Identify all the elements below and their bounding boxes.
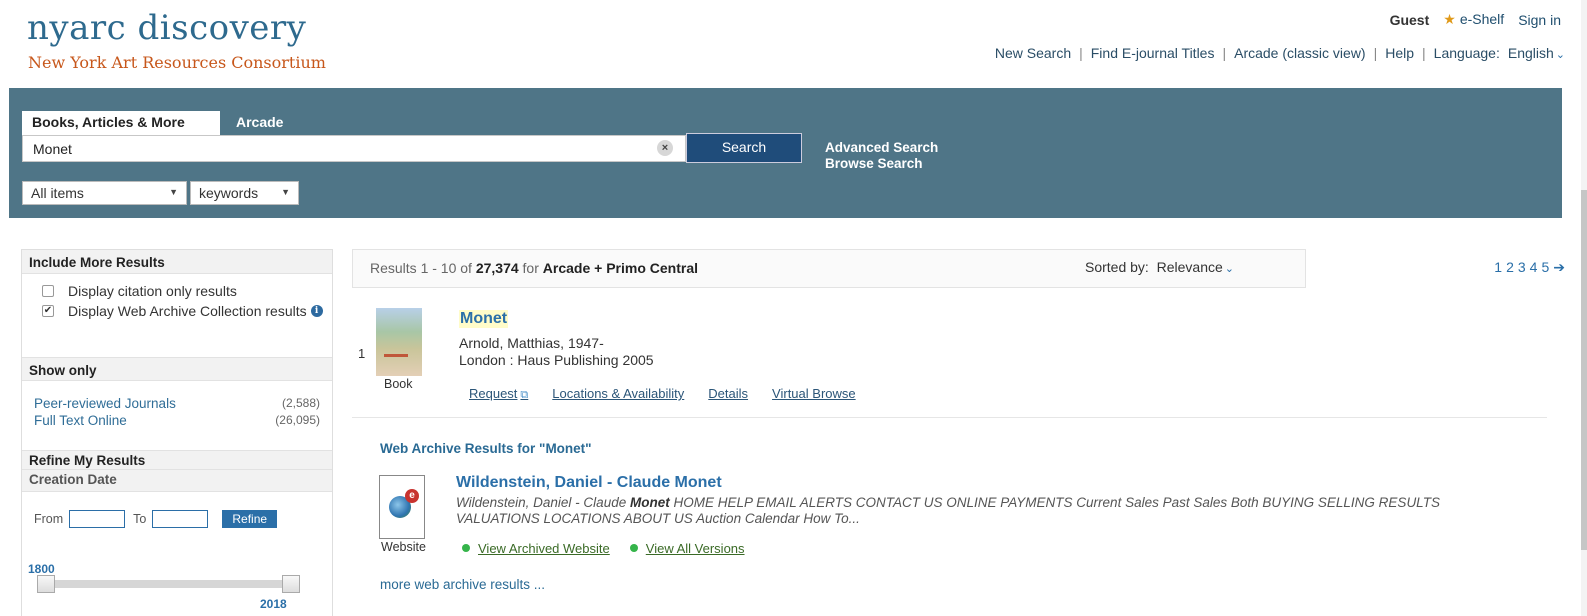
next-page-icon[interactable]: ➔ <box>1553 259 1565 275</box>
search-input[interactable] <box>22 135 686 162</box>
to-label: To <box>133 512 147 526</box>
logo-subtitle: New York Art Resources Consortium <box>28 53 326 72</box>
view-all-versions-link[interactable]: View All Versions <box>629 541 745 556</box>
external-link-icon: ⧉ <box>520 389 529 401</box>
nav-new-search[interactable]: New Search <box>995 45 1071 61</box>
clear-icon[interactable]: × <box>657 140 673 156</box>
nav-help[interactable]: Help <box>1385 45 1414 61</box>
scrollbar-thumb[interactable] <box>1581 190 1587 550</box>
book-cover-thumbnail[interactable] <box>376 308 422 376</box>
logo-title[interactable]: nyarc discovery <box>27 8 306 48</box>
search-button[interactable]: Search <box>686 133 802 163</box>
top-nav: New Search | Find E-journal Titles | Arc… <box>995 45 1565 61</box>
date-from-input[interactable] <box>69 510 126 528</box>
info-icon[interactable]: i <box>310 305 323 317</box>
scrollbar[interactable] <box>1581 0 1587 616</box>
range-max-label: 2018 <box>260 597 287 611</box>
web-archive-actions: View Archived Website View All Versions <box>462 541 745 556</box>
date-slider-track[interactable] <box>40 580 295 588</box>
language-label: Language: <box>1433 45 1500 61</box>
scope-select[interactable]: All items ▼ <box>22 181 187 205</box>
nav-separator: | <box>1079 45 1083 61</box>
language-select[interactable]: English ⌄ <box>1508 45 1565 61</box>
view-archived-website-link[interactable]: View Archived Website <box>462 541 610 556</box>
page-4[interactable]: 4 <box>1530 259 1538 275</box>
details-link[interactable]: Details <box>708 386 748 402</box>
star-icon: ★ <box>1443 11 1456 27</box>
chevron-down-icon: ⌄ <box>1224 263 1234 275</box>
nav-find-ejournals[interactable]: Find E-journal Titles <box>1091 45 1215 61</box>
eshelf-link[interactable]: ★ e-Shelf <box>1443 11 1504 28</box>
request-link[interactable]: Request ⧉ <box>469 386 528 402</box>
facet-peer-reviewed[interactable]: Peer-reviewed Journals (2,588) <box>30 395 324 412</box>
advanced-search-link[interactable]: Advanced Search <box>825 140 938 156</box>
search-options: Advanced Search Browse Search <box>825 140 938 172</box>
e-badge-icon: e <box>405 489 419 503</box>
more-web-archive-link[interactable]: more web archive results ... <box>380 577 545 592</box>
website-thumbnail[interactable]: e <box>379 475 425 539</box>
virtual-browse-link[interactable]: Virtual Browse <box>772 386 856 402</box>
guest-label: Guest <box>1389 11 1430 28</box>
facet-creation-date-head: Creation Date <box>22 470 332 492</box>
facet-full-text[interactable]: Full Text Online (26,095) <box>30 412 324 429</box>
facet-show-only-head: Show only <box>22 357 332 381</box>
record-title[interactable]: Monet <box>459 310 509 328</box>
facet-web-archive[interactable]: ✔ Display Web Archive Collection results… <box>30 303 324 319</box>
sign-in-link[interactable]: Sign in <box>1518 12 1561 28</box>
checkbox-checked[interactable]: ✔ <box>42 305 54 317</box>
field-select[interactable]: keywords ▼ <box>190 181 299 205</box>
facet-refine-head: Refine My Results <box>22 450 332 470</box>
page-3[interactable]: 3 <box>1518 259 1526 275</box>
record-number: 1 <box>358 346 366 361</box>
green-dot-icon <box>629 544 638 552</box>
chevron-down-icon: ⌄ <box>1555 49 1565 61</box>
nav-arcade-classic[interactable]: Arcade (classic view) <box>1234 45 1365 61</box>
nav-separator: | <box>1222 45 1227 61</box>
dropdown-arrow-icon: ▼ <box>169 187 178 197</box>
web-archive-description: Wildenstein, Daniel - Claude Monet HOME … <box>456 495 1440 526</box>
nav-separator: | <box>1422 45 1426 61</box>
page-5[interactable]: 5 <box>1541 259 1549 275</box>
checkbox[interactable] <box>42 285 54 297</box>
dropdown-arrow-icon: ▼ <box>281 187 290 197</box>
slider-handle-min[interactable] <box>37 575 55 593</box>
green-dot-icon <box>462 544 470 552</box>
nav-separator: | <box>1373 45 1378 61</box>
page-1[interactable]: 1 <box>1494 259 1502 275</box>
record-actions: Request ⧉ Locations & Availability Detail… <box>469 386 856 402</box>
web-archive-heading: Web Archive Results for "Monet" <box>380 441 592 456</box>
sort-select[interactable]: Sorted by: Relevance ⌄ <box>1085 259 1234 275</box>
facet-citation-only[interactable]: Display citation only results <box>30 283 324 299</box>
slider-handle-max[interactable] <box>282 575 300 593</box>
page-2[interactable]: 2 <box>1506 259 1514 275</box>
divider <box>352 417 1547 418</box>
record-publisher: London : Haus Publishing 2005 <box>459 352 654 368</box>
refine-button[interactable]: Refine <box>222 510 278 528</box>
date-to-input[interactable] <box>152 510 209 528</box>
facet-include-head: Include More Results <box>22 250 332 274</box>
browse-search-link[interactable]: Browse Search <box>825 156 938 172</box>
web-archive-title[interactable]: Wildenstein, Daniel - Claude Monet <box>456 474 722 492</box>
facet-panel: Include More Results Display citation on… <box>21 249 333 616</box>
tab-books-articles[interactable]: Books, Articles & More <box>22 111 220 135</box>
format-label: Website <box>381 540 426 554</box>
tab-arcade[interactable]: Arcade <box>236 114 283 130</box>
from-label: From <box>34 512 64 526</box>
pagination: 1 2 3 4 5 ➔ <box>1490 259 1565 276</box>
date-range-form: From To Refine <box>30 510 324 528</box>
format-label: Book <box>384 377 413 391</box>
locations-link[interactable]: Locations & Availability <box>552 386 684 402</box>
record-author: Arnold, Matthias, 1947- <box>459 335 604 351</box>
user-bar: Guest ★ e-Shelf Sign in <box>1390 11 1561 28</box>
range-min-label: 1800 <box>28 562 55 576</box>
